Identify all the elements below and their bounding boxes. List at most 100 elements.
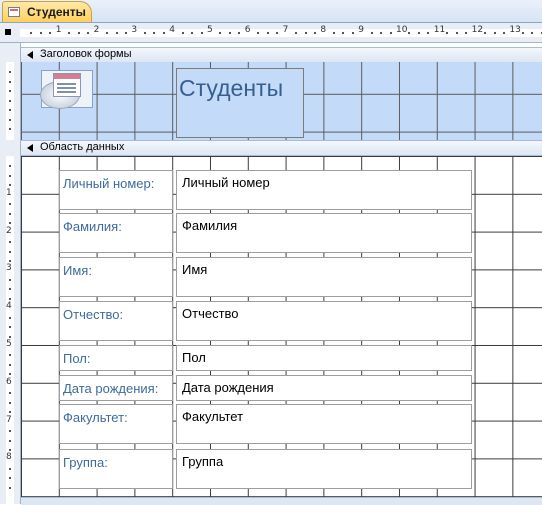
- label-personal-number[interactable]: Личный номер:: [59, 170, 173, 210]
- ruler-tick: [455, 32, 458, 34]
- ruler-tick: [389, 32, 392, 34]
- ruler-tick: [531, 32, 534, 34]
- ruler-tick: [9, 297, 11, 300]
- ruler-number: 3: [6, 263, 12, 274]
- ruler-number: 1: [6, 187, 12, 198]
- ruler-tick: [9, 184, 11, 187]
- ruler-tick: [9, 288, 11, 291]
- label-group[interactable]: Группа:: [59, 449, 173, 489]
- textbox-last-name[interactable]: Фамилия: [176, 213, 472, 253]
- ruler-tick: [9, 241, 11, 244]
- ruler-number: 4: [6, 301, 12, 312]
- ruler-tick: [9, 486, 11, 489]
- ruler-tick: [313, 32, 316, 34]
- ruler-tick: [446, 32, 449, 34]
- ruler-tick: [351, 32, 354, 34]
- textbox-first-name[interactable]: Имя: [176, 257, 472, 297]
- ruler-tick: [115, 32, 118, 34]
- ruler-select-form-box[interactable]: [5, 29, 11, 35]
- ruler-tick: [521, 32, 524, 34]
- ruler-number: 5: [6, 339, 12, 349]
- ruler-tick: [87, 32, 90, 34]
- ruler-tick: [77, 32, 80, 34]
- ruler-tick: [9, 363, 11, 366]
- ruler-number: 6: [6, 376, 12, 387]
- form-header-section[interactable]: Студенты: [21, 62, 542, 140]
- ruler-number: 3: [131, 25, 138, 35]
- ruler-tick: [9, 401, 11, 404]
- ruler-number: 9: [358, 25, 364, 35]
- vertical-ruler: 1 2 3 4 5 6 7 8: [0, 43, 21, 504]
- ruler-tick: [9, 99, 11, 102]
- ruler-tick: [153, 32, 156, 34]
- ruler-tick: [9, 109, 11, 112]
- textbox-gender[interactable]: Пол: [176, 345, 472, 371]
- ruler-tick: [370, 32, 373, 34]
- ruler-number: 1: [55, 25, 62, 35]
- ruler-tick: [380, 32, 383, 34]
- ruler-number: 6: [244, 25, 251, 35]
- ruler-tick: [295, 32, 298, 34]
- ruler-tick: [9, 174, 11, 177]
- ruler-tick: [9, 335, 11, 338]
- ruler-tick: [9, 354, 11, 357]
- ruler-tick: [9, 80, 11, 83]
- form-title[interactable]: Студенты: [179, 75, 283, 102]
- ruler-number: 10: [396, 25, 408, 35]
- detail-section-bar[interactable]: Область данных: [21, 140, 542, 156]
- ruler-tick: [427, 32, 430, 34]
- form-icon: [8, 7, 20, 17]
- horizontal-ruler: 1 2 3 4 5 6 7 8 9 10 11 12 13: [0, 23, 542, 43]
- ruler-number: 12: [471, 25, 484, 35]
- label-faculty[interactable]: Факультет:: [59, 404, 173, 444]
- textbox-patronymic[interactable]: Отчество: [176, 301, 472, 341]
- ruler-tick: [9, 90, 11, 93]
- textbox-birth-date[interactable]: Дата рождения: [176, 375, 472, 401]
- ruler-tick: [304, 32, 307, 34]
- ruler-number: 7: [6, 414, 12, 425]
- ruler-tick: [9, 411, 11, 414]
- textbox-group[interactable]: Группа: [176, 449, 472, 489]
- ruler-number: 2: [93, 25, 100, 35]
- textbox-faculty[interactable]: Факультет: [176, 404, 472, 444]
- ruler-number: 13: [509, 25, 521, 35]
- ruler-tick: [181, 32, 184, 34]
- ruler-tick: [9, 278, 11, 281]
- ruler-tick: [257, 32, 260, 34]
- label-gender[interactable]: Пол:: [59, 345, 173, 371]
- section-arrow-icon: [27, 144, 33, 152]
- document-tab-students[interactable]: Студенты: [2, 1, 92, 22]
- ruler-tick: [9, 448, 11, 451]
- ruler-tick: [502, 32, 505, 34]
- form-logo-icon[interactable]: [40, 70, 93, 109]
- ruler-tick: [39, 32, 42, 34]
- ruler-number: 8: [6, 452, 12, 463]
- detail-section[interactable]: Личный номер: Личный номер Фамилия: Фами…: [21, 156, 542, 504]
- ruler-tick: [9, 477, 11, 480]
- ruler-number: 7: [282, 25, 289, 35]
- ruler-number: 8: [320, 25, 327, 35]
- ruler-tick: [9, 316, 11, 319]
- ruler-tick: [342, 32, 345, 34]
- form-header-section-bar[interactable]: Заголовок формы: [21, 47, 542, 63]
- textbox-personal-number[interactable]: Личный номер: [176, 170, 472, 210]
- ruler-tick: [9, 326, 11, 329]
- ruler-tick: [219, 32, 222, 34]
- document-tab-label: Студенты: [27, 5, 86, 19]
- ruler-tick: [9, 259, 11, 262]
- label-patronymic[interactable]: Отчество:: [59, 301, 173, 341]
- ruler-tick: [9, 222, 11, 225]
- ruler-tick: [266, 32, 269, 34]
- ruler-tick: [143, 32, 146, 34]
- ruler-tick: [238, 32, 241, 34]
- ruler-tick: [9, 212, 11, 215]
- ruler-tick: [9, 392, 11, 395]
- label-last-name[interactable]: Фамилия:: [59, 213, 173, 253]
- ruler-tick: [9, 467, 11, 470]
- ruler-tick: [191, 32, 194, 34]
- ruler-tick: [9, 128, 11, 131]
- ruler-tick: [162, 32, 165, 34]
- label-first-name[interactable]: Имя:: [59, 257, 173, 297]
- ruler-tick: [484, 32, 487, 34]
- label-birth-date[interactable]: Дата рождения:: [59, 375, 173, 401]
